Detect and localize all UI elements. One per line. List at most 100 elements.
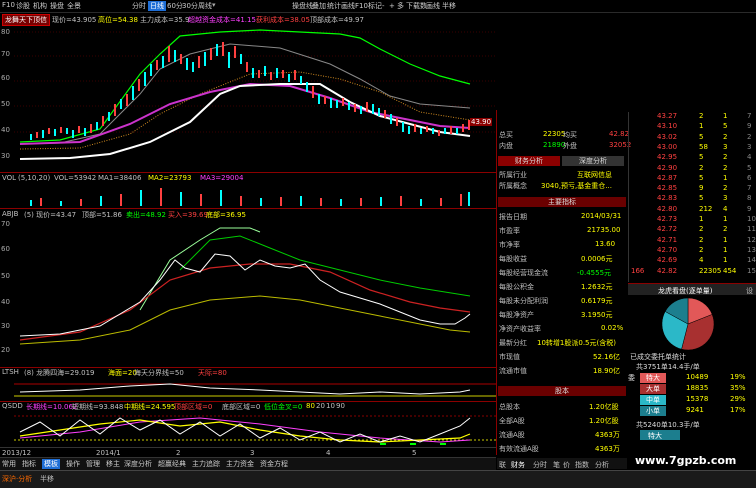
orderbook-row[interactable]: 42.80 212 4 9: [629, 205, 756, 215]
menu-bar: F10 诊股 机构 操盘 全景 分时 日线 60分 30分 周线 ▾ 操盘线 叠…: [0, 0, 756, 13]
tab-finance-analysis[interactable]: 财务分析: [498, 156, 560, 166]
finance-row: 每股收益 0.0006元: [499, 255, 613, 263]
finance-row: 最新分红 10转增1股派0.5元(含税): [499, 339, 616, 347]
orderbook-row[interactable]: 42.90 2 2 5: [629, 164, 756, 174]
orderbook-row[interactable]: 42.72 2 2 11: [629, 225, 756, 235]
bottom-toolbar: 常用 指标 模板 操作 管理 移主 深度分析 超赢经典 主力追踪 主力资金 资金…: [0, 457, 496, 470]
abjb-sell-line: [179, 235, 471, 297]
current-price-tag: 43.90: [470, 118, 493, 126]
menu-item-diagnose[interactable]: 诊股: [16, 1, 30, 11]
dragon-buy-row: 小单 9241 17%: [628, 406, 756, 416]
bottom-tab-deep[interactable]: 深度分析: [124, 459, 152, 469]
orderbook-row[interactable]: 42.87 5 1 6: [629, 174, 756, 184]
equity-row: 有效流通A股 4363万: [499, 445, 620, 453]
orderbook-row[interactable]: 42.95 5 2 4: [629, 153, 756, 163]
dragon-title: 龙虎看盘(逐单量): [658, 287, 713, 295]
abjb-title[interactable]: ABJB: [2, 210, 18, 218]
status-right: 半移: [40, 475, 54, 483]
orderbook-row[interactable]: 166 42.82 22305 454 15: [629, 267, 756, 277]
abjb-value-1: 顶部=51.86: [82, 211, 122, 219]
period-dropdown-icon[interactable]: ▾: [212, 1, 216, 9]
bottom-tab-tracking[interactable]: 主力追踪: [192, 459, 220, 469]
time-label: 2014/1: [96, 449, 121, 457]
orderbook-row[interactable]: 42.69 4 1 14: [629, 256, 756, 266]
period-tab-intraday[interactable]: 分时: [130, 1, 148, 11]
orderbook-row[interactable]: 43.02 5 2 2: [629, 133, 756, 143]
time-label: 2: [176, 449, 181, 457]
status-left: 深沪·分析: [2, 475, 33, 483]
quote-tab[interactable]: 价: [563, 460, 570, 470]
bottom-tab-classic[interactable]: 超赢经典: [158, 459, 186, 469]
bottom-tab-common[interactable]: 常用: [2, 459, 16, 469]
quote-tab[interactable]: 财务: [511, 460, 525, 470]
qsdd-value-5: 低位金叉=0: [264, 403, 303, 411]
quote-tab[interactable]: 联: [499, 460, 506, 470]
vol-title[interactable]: VOL: [2, 174, 16, 182]
equity-row: 总股本 1.20亿股: [499, 403, 619, 411]
bottom-tab-manage[interactable]: 管理: [86, 459, 100, 469]
orderbook-row[interactable]: 42.83 5 3 8: [629, 194, 756, 204]
qsdd-long-line: [19, 417, 471, 443]
menu-item-trade[interactable]: 操盘: [50, 1, 64, 11]
quote-bottom-tabs: 联 财务 分时 笔 价 指数 分析: [497, 458, 627, 469]
quote-tab[interactable]: 笔: [553, 460, 560, 470]
orderbook-row[interactable]: 43.27 2 1 7: [629, 112, 756, 122]
qsdd-value-2: 中期线=24.595: [124, 403, 176, 411]
orderbook: 43.27 2 1 7 43.10 1 5 9 43.02 5 2 2 43.00 58 3 3 42.95 5 2…: [628, 112, 756, 282]
quote-tab[interactable]: 指数: [575, 460, 589, 470]
qsdd-value-4: 底部区域=0: [222, 403, 261, 411]
bottom-tab-indicator[interactable]: 指标: [22, 459, 36, 469]
abjb-value-0: (5) 现价=43.47: [24, 211, 77, 219]
abjb-header: ABJB (5) 现价=43.47 顶部=51.86 卖出=48.92 买入=3…: [2, 210, 492, 220]
bottom-tab-operate[interactable]: 操作: [66, 459, 80, 469]
bottom-tab-funds[interactable]: 主力资金: [226, 459, 254, 469]
bottom-tab-template[interactable]: 模板: [42, 459, 60, 469]
dragon-settings-button[interactable]: 设: [746, 286, 753, 296]
orderbook-row[interactable]: 43.10 1 5 9: [629, 122, 756, 132]
ltsh-chart[interactable]: [0, 378, 496, 400]
abjb-chart[interactable]: [0, 220, 496, 366]
finance-row: 流通市值 18.90亿: [499, 367, 621, 375]
quote-row: 内盘 21890 外盘 32052: [499, 141, 632, 150]
vol-params: (5,10,20): [18, 174, 51, 182]
menu-item-institution[interactable]: 机构: [33, 1, 47, 11]
section-main-indicators: 主要指标: [498, 197, 626, 207]
orderbook-row[interactable]: 42.71 2 1 12: [629, 236, 756, 246]
period-tab-daily[interactable]: 日线: [148, 1, 166, 11]
quote-tab[interactable]: 分时: [533, 460, 547, 470]
finance-row: 市净率 13.60: [499, 240, 616, 249]
bottom-tab-move[interactable]: 移主: [106, 459, 120, 469]
qsdd-extra-0: 80: [306, 402, 315, 410]
qsdd-chart[interactable]: [0, 412, 496, 446]
ltsh-title[interactable]: LTSH: [2, 368, 19, 376]
menu-item-f10[interactable]: F10: [2, 1, 15, 9]
tab-deep-analysis[interactable]: 深度分析: [562, 156, 624, 166]
orderbook-row[interactable]: 42.85 9 2 7: [629, 184, 756, 194]
tool-shift[interactable]: 半移: [440, 1, 458, 11]
concept-row: 所属行业 互联网信息: [499, 171, 612, 179]
watermark: www.7gpzb.com: [635, 454, 737, 467]
finance-row: 市现值 52.16亿: [499, 353, 621, 361]
quote-tab[interactable]: 分析: [595, 460, 609, 470]
orderbook-row[interactable]: 42.70 2 1 13: [629, 246, 756, 256]
main-cost-line: [19, 82, 471, 145]
dragon-buy-row: 委特大 10489 19%: [628, 373, 746, 383]
equity-row: 全部A股 1.20亿股: [499, 417, 619, 425]
concept-row: 所属概念 3040,预亏,基金重仓...: [499, 182, 612, 190]
menu-item-overview[interactable]: 全景: [67, 1, 81, 11]
panel-divider: [0, 172, 496, 173]
qsdd-value-3: 顶部区域=0: [174, 403, 213, 411]
time-label: 5: [412, 449, 417, 457]
qsdd-title[interactable]: QSDD: [2, 402, 23, 410]
bottom-tab-equation[interactable]: 资金方程: [260, 459, 288, 469]
panel-divider: [0, 208, 496, 209]
orderbook-row[interactable]: 43.00 58 3 3: [629, 143, 756, 153]
vol-value-3: MA3=29004: [200, 174, 244, 182]
qsdd-value-0: 长期线=10.062: [26, 403, 78, 411]
main-price-chart[interactable]: [0, 24, 496, 170]
volume-chart[interactable]: [0, 184, 496, 208]
vol-header: VOL (5,10,20) VOL=53942 MA1=38406 MA2=23…: [2, 174, 492, 184]
tool-zoom-out[interactable]: -: [380, 1, 387, 11]
finance-row: 每股净资产 3.1950元: [499, 311, 613, 319]
orderbook-row[interactable]: 42.73 1 1 10: [629, 215, 756, 225]
